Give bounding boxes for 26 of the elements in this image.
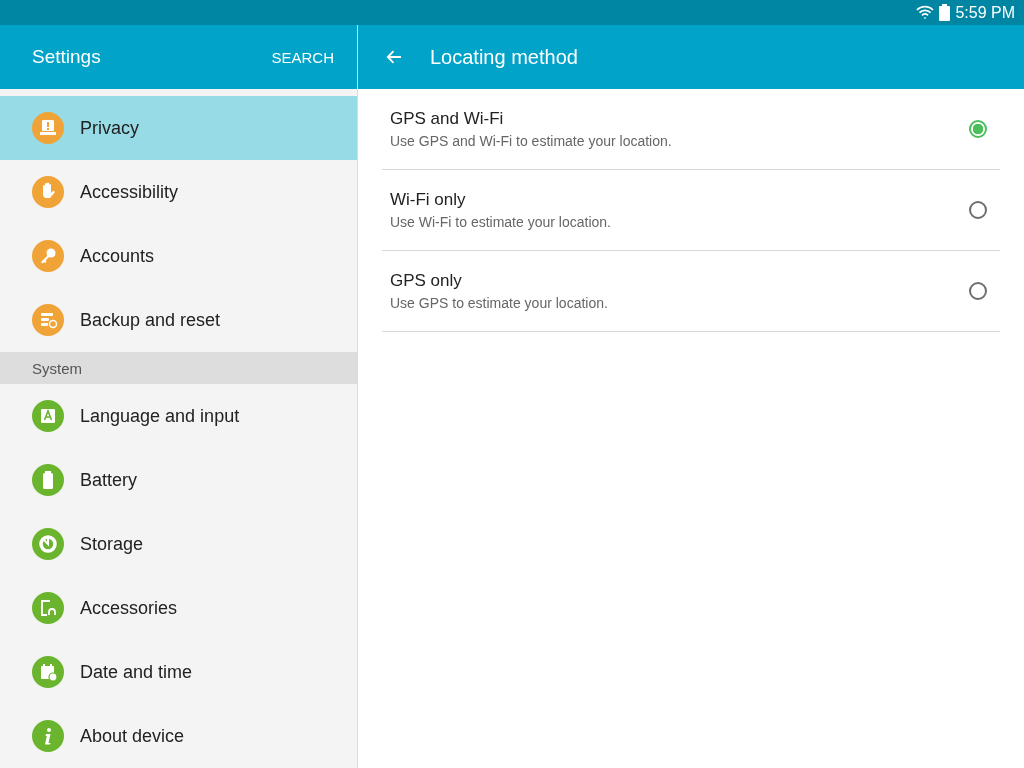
option-title: GPS and Wi-Fi bbox=[390, 109, 505, 129]
option-description: Use Wi-Fi to estimate your location. bbox=[390, 214, 611, 230]
wifi-icon bbox=[916, 3, 935, 22]
radio-button[interactable] bbox=[969, 120, 987, 138]
sidebar-item[interactable]: Privacy bbox=[0, 96, 357, 160]
sidebar-item[interactable]: Accessibility bbox=[0, 160, 357, 224]
page-title: Locating method bbox=[430, 45, 578, 69]
sidebar-item[interactable]: Battery bbox=[0, 448, 357, 512]
status-time: 5:59 PM bbox=[955, 3, 1015, 22]
option-description: Use GPS and Wi-Fi to estimate your location. bbox=[390, 133, 672, 149]
sidebar-title: Settings bbox=[32, 46, 101, 68]
sidebar-item[interactable]: Accessories bbox=[0, 576, 357, 640]
back-arrow-icon[interactable] bbox=[386, 50, 402, 64]
sidebar-item[interactable]: Accounts bbox=[0, 224, 357, 288]
sidebar-item[interactable]: Language and input bbox=[0, 384, 357, 448]
sidebar-item[interactable]: Storage bbox=[0, 512, 357, 576]
sidebar-item[interactable]: Date and time bbox=[0, 640, 357, 704]
sidebar-item[interactable]: Backup and reset bbox=[0, 288, 357, 352]
sidebar-item[interactable]: About device bbox=[0, 704, 357, 768]
battery-icon bbox=[939, 4, 951, 21]
section-header: System bbox=[0, 352, 357, 384]
radio-button[interactable] bbox=[969, 282, 987, 300]
option-description: Use GPS to estimate your location. bbox=[390, 295, 608, 311]
option-title: Wi-Fi only bbox=[390, 190, 467, 210]
option-title: GPS only bbox=[390, 271, 463, 291]
radio-button[interactable] bbox=[969, 201, 987, 219]
